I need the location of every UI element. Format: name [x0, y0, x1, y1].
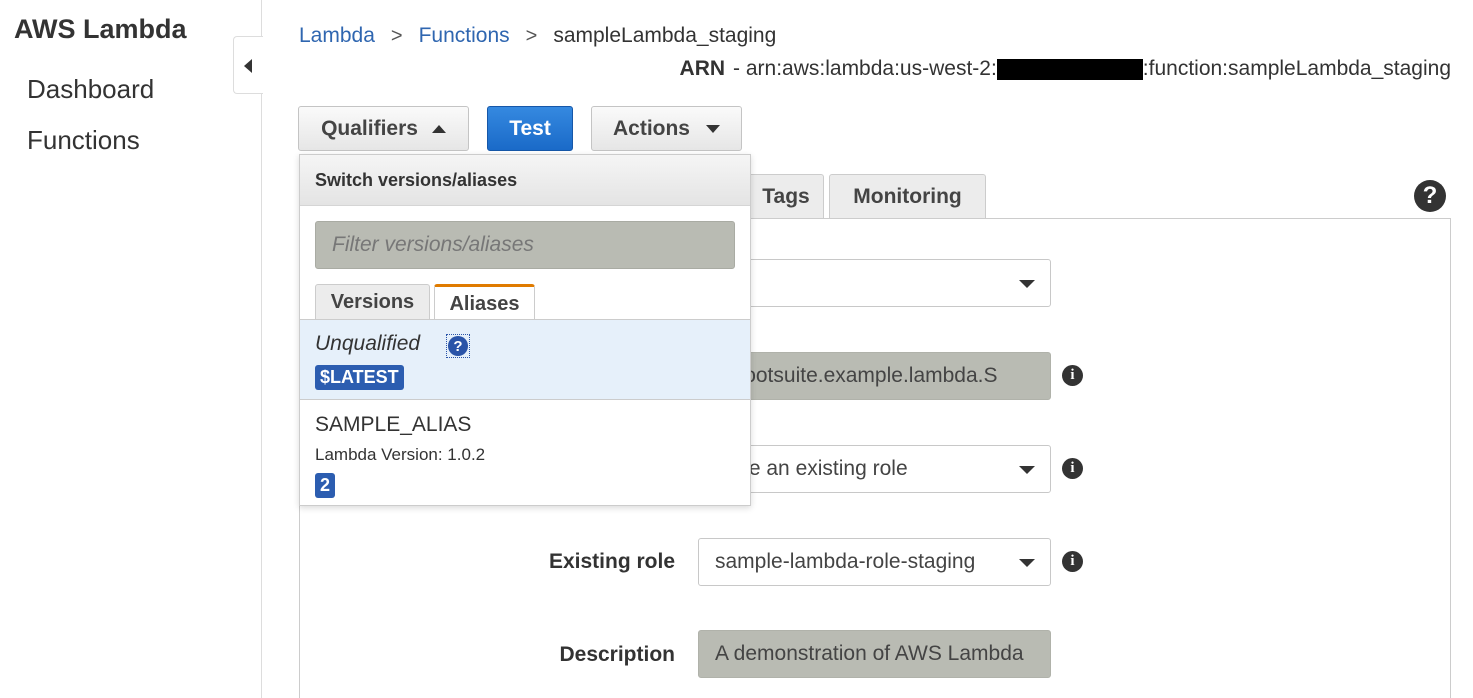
test-button[interactable]: Test — [487, 106, 573, 151]
qualifiers-label: Qualifiers — [321, 116, 418, 140]
arn-suffix: :function:sampleLambda_staging — [1142, 57, 1451, 80]
latest-badge: $LATEST — [315, 365, 404, 390]
sidebar-item-functions[interactable]: Functions — [27, 125, 140, 156]
chevron-left-icon — [244, 59, 252, 73]
unqualified-option[interactable]: Unqualified ? $LATEST — [300, 320, 750, 400]
function-arn: ARN - arn:aws:lambda:us-west-2: :functio… — [680, 57, 1451, 81]
breadcrumb: Lambda > Functions > sampleLambda_stagin… — [299, 24, 776, 48]
existing-role-select[interactable]: sample-lambda-role-staging — [698, 538, 1051, 586]
alias-name: SAMPLE_ALIAS — [315, 413, 472, 436]
existing-role-label: Existing role — [548, 550, 675, 573]
filter-versions-input[interactable] — [315, 221, 735, 269]
caret-up-icon — [431, 124, 446, 133]
tab-monitoring[interactable]: Monitoring — [829, 174, 986, 219]
caret-down-icon — [706, 124, 720, 133]
description-label: Description — [559, 643, 675, 666]
dropdown-header: Switch versions/aliases — [300, 155, 750, 206]
chevron-down-icon — [1019, 466, 1035, 474]
handler-value: n.hootsuite.example.lambda.S — [715, 364, 998, 387]
arn-label: ARN — [679, 57, 726, 80]
sidebar-item-dashboard[interactable]: Dashboard — [27, 74, 154, 105]
breadcrumb-current: sampleLambda_staging — [553, 24, 777, 47]
tab-versions[interactable]: Versions — [315, 284, 430, 320]
sidebar-collapse-button[interactable] — [233, 36, 263, 94]
tab-tags[interactable]: Tags — [740, 174, 824, 219]
info-icon[interactable]: i — [1062, 551, 1083, 572]
chevron-down-icon — [1019, 559, 1035, 567]
question-mark-icon: ? — [448, 336, 468, 356]
existing-role-value: sample-lambda-role-staging — [715, 550, 976, 573]
chevron-right-icon: > — [390, 24, 403, 47]
redacted-account-id — [996, 58, 1143, 80]
sidebar: AWS Lambda Dashboard Functions — [0, 0, 262, 698]
unqualified-label: Unqualified — [315, 332, 421, 355]
version-badge: 2 — [315, 473, 336, 498]
actions-button[interactable]: Actions — [591, 106, 742, 151]
chevron-right-icon: > — [525, 24, 538, 47]
info-icon[interactable]: i — [1062, 365, 1083, 386]
brand-title: AWS Lambda — [14, 14, 187, 44]
breadcrumb-lambda[interactable]: Lambda — [299, 24, 375, 48]
description-field[interactable]: A demonstration of AWS Lambda — [698, 630, 1051, 678]
qualifiers-button[interactable]: Qualifiers — [298, 106, 469, 151]
alias-version: Lambda Version: 1.0.2 — [315, 445, 486, 464]
qualifiers-dropdown: Switch versions/aliases Versions Aliases… — [299, 154, 751, 506]
breadcrumb-functions[interactable]: Functions — [419, 24, 510, 48]
actions-label: Actions — [612, 116, 690, 140]
help-icon[interactable]: ? — [1414, 180, 1446, 212]
tab-aliases[interactable]: Aliases — [434, 284, 535, 321]
arn-prefix: - arn:aws:lambda:us-west-2: — [733, 57, 997, 80]
info-icon[interactable]: i — [1062, 458, 1083, 479]
alias-option[interactable]: SAMPLE_ALIAS Lambda Version: 1.0.2 2 — [300, 401, 750, 505]
help-icon[interactable]: ? — [446, 334, 470, 358]
chevron-down-icon — [1019, 280, 1035, 288]
description-value: A demonstration of AWS Lambda — [715, 642, 1024, 665]
